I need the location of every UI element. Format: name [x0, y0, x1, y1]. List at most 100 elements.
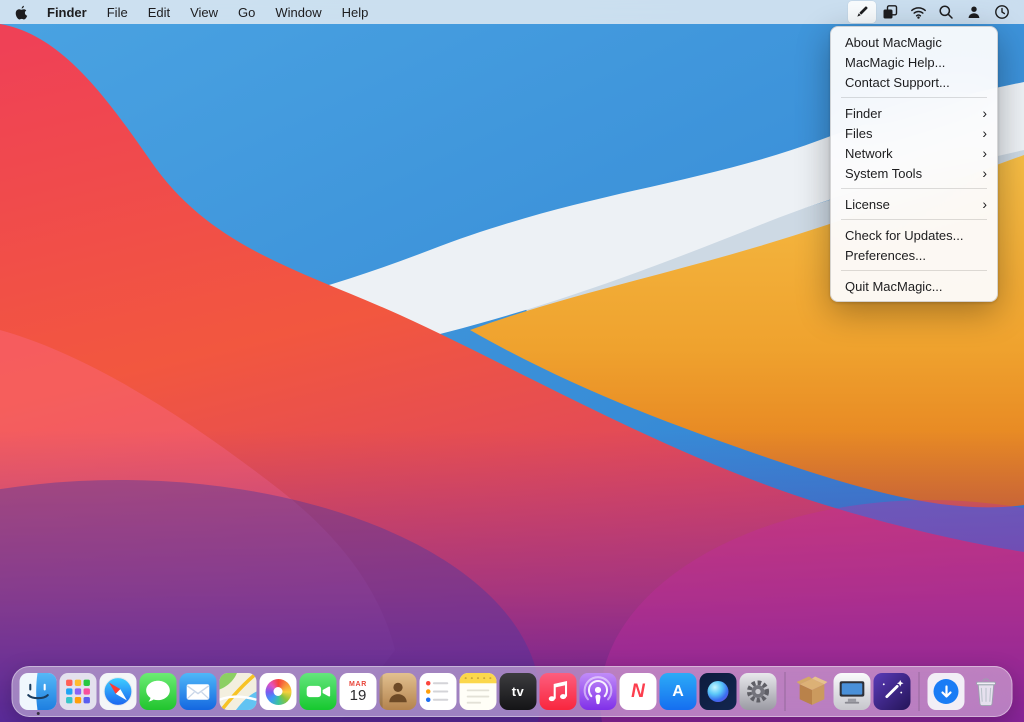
chevron-right-icon: ›	[982, 197, 987, 211]
chevron-right-icon: ›	[982, 146, 987, 160]
dock-item-downloads[interactable]	[928, 673, 965, 710]
menu-view[interactable]: View	[180, 0, 228, 24]
menu-bar-app-name[interactable]: Finder	[37, 0, 97, 24]
overlapping-windows-icon	[882, 4, 898, 20]
magic-wand-icon	[874, 673, 911, 710]
facetime-icon	[300, 673, 337, 710]
app-store-icon: A	[660, 673, 697, 710]
dock-item-utility[interactable]	[834, 673, 871, 710]
tv-icon: tv	[500, 673, 537, 710]
apple-menu[interactable]	[8, 0, 37, 24]
menu-item-label: System Tools	[845, 166, 922, 181]
mail-icon	[180, 673, 217, 710]
system-preferences-icon	[740, 673, 777, 710]
dock-item-reminders[interactable]	[420, 673, 457, 710]
user-silhouette-icon	[966, 4, 982, 20]
menu-item-check-for-updates[interactable]: Check for Updates...	[831, 225, 997, 245]
menu-item-finder[interactable]: Finder ›	[831, 103, 997, 123]
menu-file[interactable]: File	[97, 0, 138, 24]
dock-item-package[interactable]	[794, 673, 831, 710]
news-logo-text: N	[631, 681, 645, 703]
dock-item-trash[interactable]	[968, 673, 1005, 710]
dock-item-mail[interactable]	[180, 673, 217, 710]
dock-item-facetime[interactable]	[300, 673, 337, 710]
menu-item-label: Contact Support...	[845, 75, 950, 90]
calendar-day: 19	[350, 688, 367, 705]
dock-item-tv[interactable]: tv	[500, 673, 537, 710]
menu-item-network[interactable]: Network ›	[831, 143, 997, 163]
package-box-icon	[794, 673, 831, 710]
chevron-right-icon: ›	[982, 166, 987, 180]
dock-item-launchpad[interactable]	[60, 673, 97, 710]
dock-item-music[interactable]	[540, 673, 577, 710]
dock-item-photos[interactable]	[260, 673, 297, 710]
safari-icon	[100, 673, 137, 710]
menu-edit[interactable]: Edit	[138, 0, 180, 24]
dock-separator	[785, 672, 786, 711]
photos-icon	[260, 673, 297, 710]
desktop: Finder File Edit View Go Window Help	[0, 0, 1024, 722]
menu-go[interactable]: Go	[228, 0, 265, 24]
dock-item-messages[interactable]	[140, 673, 177, 710]
menu-item-macmagic-help[interactable]: MacMagic Help...	[831, 52, 997, 72]
dock-item-macmagic[interactable]	[874, 673, 911, 710]
dock-item-calendar[interactable]: MAR 19	[340, 673, 377, 710]
wifi-icon[interactable]	[904, 1, 932, 23]
messages-icon	[140, 673, 177, 710]
menu-item-label: Quit MacMagic...	[845, 279, 943, 294]
menu-item-system-tools[interactable]: System Tools ›	[831, 163, 997, 183]
dock-separator	[919, 672, 920, 711]
dock-item-podcasts[interactable]	[580, 673, 617, 710]
menu-item-label: Finder	[845, 106, 882, 121]
dock-item-siri[interactable]	[700, 673, 737, 710]
menu-separator	[841, 270, 987, 271]
menu-help[interactable]: Help	[332, 0, 379, 24]
dock-item-system-preferences[interactable]	[740, 673, 777, 710]
app-store-logo-text: A	[672, 683, 684, 701]
trash-icon	[968, 673, 1005, 710]
menu-separator	[841, 188, 987, 189]
menu-item-label: About MacMagic	[845, 35, 942, 50]
menu-item-contact-support[interactable]: Contact Support...	[831, 72, 997, 92]
dock-item-finder[interactable]	[20, 673, 57, 710]
download-circle	[934, 679, 959, 704]
macmagic-wand-icon[interactable]	[848, 1, 876, 23]
menu-item-quit-macmagic[interactable]: Quit MacMagic...	[831, 276, 997, 296]
search-icon[interactable]	[932, 1, 960, 23]
clock-icon[interactable]	[988, 1, 1016, 23]
menu-item-license[interactable]: License›	[831, 194, 997, 214]
finder-icon	[20, 673, 57, 710]
windows-icon[interactable]	[876, 1, 904, 23]
dock-item-news[interactable]: N	[620, 673, 657, 710]
utility-display-icon	[834, 673, 871, 710]
clock-face-icon	[994, 4, 1010, 20]
photos-pinwheel	[265, 679, 291, 705]
user-icon[interactable]	[960, 1, 988, 23]
calendar-icon: MAR 19	[340, 673, 377, 710]
dock-item-app-store[interactable]: A	[660, 673, 697, 710]
dock-item-safari[interactable]	[100, 673, 137, 710]
menu-item-label: Preferences...	[845, 248, 926, 263]
magnifier-icon	[938, 4, 954, 20]
menu-item-about-macmagic[interactable]: About MacMagic	[831, 32, 997, 52]
menu-window[interactable]: Window	[265, 0, 331, 24]
downloads-icon	[928, 673, 965, 710]
menu-item-label: MacMagic Help...	[845, 55, 945, 70]
menu-item-files[interactable]: Files›	[831, 123, 997, 143]
menu-item-preferences[interactable]: Preferences...	[831, 245, 997, 265]
menu-item-label: Check for Updates...	[845, 228, 964, 243]
menu-item-label: Network	[845, 146, 893, 161]
maps-icon	[220, 673, 257, 710]
running-indicator	[36, 712, 40, 716]
pencil-wand-icon	[854, 4, 870, 20]
dock-item-maps[interactable]	[220, 673, 257, 710]
wifi-arcs-icon	[910, 4, 927, 20]
dock-item-contacts[interactable]	[380, 673, 417, 710]
chevron-right-icon: ›	[982, 106, 987, 120]
launchpad-icon	[60, 673, 97, 710]
notes-icon	[460, 673, 497, 710]
dock-item-notes[interactable]	[460, 673, 497, 710]
siri-icon	[700, 673, 737, 710]
music-note-icon	[540, 673, 577, 710]
menu-bar: Finder File Edit View Go Window Help	[0, 0, 1024, 24]
